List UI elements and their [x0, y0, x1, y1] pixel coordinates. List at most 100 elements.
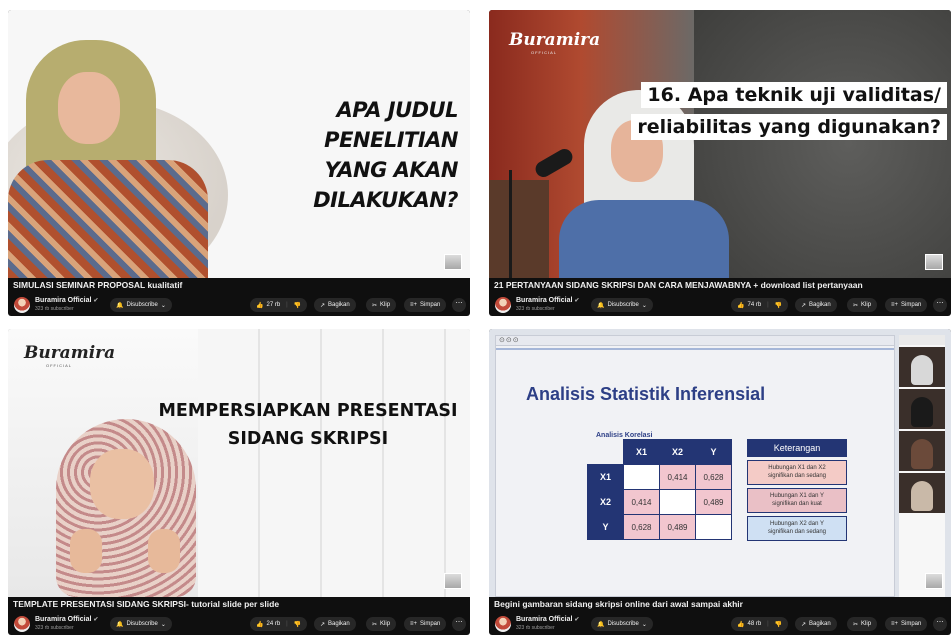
more-icon[interactable]: ⋯: [933, 617, 947, 631]
like-icon: 👍: [256, 621, 264, 628]
avatar[interactable]: [495, 297, 511, 313]
save-label: Simpan: [420, 302, 441, 308]
slide-subtitle: Analisis Korelasi: [596, 432, 653, 439]
save-button[interactable]: ≡+ Simpan: [885, 298, 928, 312]
verified-icon: ✔: [574, 298, 580, 304]
subscriber-count: 323 rb subscriber: [35, 306, 74, 312]
clip-button[interactable]: ✂ Klip: [847, 298, 878, 312]
note-item: Hubungan X1 dan Y signifikan dan kuat: [747, 488, 847, 513]
video-card-4[interactable]: ⊙⊙⊙ Analisis Statistik Inferensial Anali…: [489, 329, 951, 635]
share-icon: ↗: [801, 621, 807, 628]
clip-label: Klip: [861, 621, 872, 627]
video-title[interactable]: TEMPLATE PRESENTASI SIDANG SKRIPSI- tuto…: [8, 597, 470, 611]
subscribe-label: Disubscribe: [126, 621, 158, 627]
channel-watermark-icon: [444, 254, 462, 270]
video-action-bar: Buramira Official ✔ 323 rb subscriber 🔔 D…: [489, 294, 951, 316]
subscribe-button[interactable]: 🔔 Disubscribe ⌄: [110, 617, 172, 631]
clip-label: Klip: [380, 621, 391, 627]
table-row: X1 0,414 0,628: [587, 464, 732, 490]
table-cell: 0,628: [623, 514, 660, 540]
overlay-line-1: APA JUDUL PENELITIAN: [324, 98, 458, 152]
like-count: 74 rb: [747, 302, 762, 308]
participant-figure: [911, 481, 933, 511]
clip-button[interactable]: ✂ Klip: [366, 617, 397, 631]
avatar[interactable]: [14, 297, 30, 313]
subscribe-button[interactable]: 🔔 Disubscribe ⌄: [591, 298, 653, 312]
channel-name: Buramira Official: [35, 616, 92, 623]
table-row-header: X2: [587, 489, 624, 515]
save-button[interactable]: ≡+ Simpan: [404, 298, 447, 312]
participant-video[interactable]: [899, 347, 945, 387]
video-card-3[interactable]: Buramira OFFICIAL MEMPERSIAPKAN PRESENTA…: [8, 329, 470, 635]
note-line: signifikan dan kuat: [772, 501, 822, 507]
save-button[interactable]: ≡+ Simpan: [404, 617, 447, 631]
like-count: 27 rb: [266, 302, 281, 308]
more-icon[interactable]: ⋯: [933, 298, 947, 312]
notes-panel: Keterangan Hubungan X1 dan X2 signifikan …: [747, 439, 847, 541]
channel-name-link[interactable]: Buramira Official ✔: [516, 297, 579, 304]
chevron-down-icon: ⌄: [160, 621, 166, 628]
clip-icon: ✂: [372, 302, 378, 309]
presenter-shirt: [8, 160, 208, 278]
like-dislike-button[interactable]: 👍 27 rb | 👎: [250, 298, 308, 312]
overlay-line-2: YANG AKAN DILAKUKAN?: [313, 158, 458, 212]
microphone: [532, 146, 576, 180]
share-button[interactable]: ↗ Bagikan: [314, 617, 356, 631]
chevron-down-icon: ⌄: [160, 302, 166, 309]
channel-name-link[interactable]: Buramira Official ✔: [516, 616, 579, 623]
note-line: signifikan dan sedang: [767, 529, 827, 535]
video-player-3[interactable]: Buramira OFFICIAL MEMPERSIAPKAN PRESENTA…: [8, 329, 470, 597]
share-label: Bagikan: [809, 621, 831, 627]
presenter-shirt: [559, 200, 729, 278]
like-dislike-button[interactable]: 👍 48 rb | 👎: [731, 617, 789, 631]
subscriber-count: 323 rb subscriber: [516, 306, 555, 312]
bell-icon: 🔔: [116, 302, 124, 309]
save-button[interactable]: ≡+ Simpan: [885, 617, 928, 631]
channel-watermark-icon: [925, 573, 943, 589]
participant-video[interactable]: [899, 473, 945, 513]
clip-button[interactable]: ✂ Klip: [366, 298, 397, 312]
video-card-1[interactable]: APA JUDUL PENELITIAN YANG AKAN DILAKUKAN…: [8, 10, 470, 316]
clip-button[interactable]: ✂ Klip: [847, 617, 878, 631]
more-icon[interactable]: ⋯: [452, 298, 466, 312]
video-player-2[interactable]: Buramira OFFICIAL 16. Apa teknik uji val…: [489, 10, 951, 278]
video-action-bar: Buramira Official ✔ 323 rb subscriber 🔔 D…: [489, 613, 951, 635]
save-icon: ≡+: [891, 302, 899, 308]
channel-name-link[interactable]: Buramira Official ✔: [35, 616, 98, 623]
brand-logo: Buramira: [24, 343, 116, 363]
share-label: Bagikan: [328, 621, 350, 627]
share-button[interactable]: ↗ Bagikan: [314, 298, 356, 312]
clip-icon: ✂: [853, 621, 859, 628]
participant-video[interactable]: [899, 431, 945, 471]
avatar[interactable]: [14, 616, 30, 632]
note-item: Hubungan X2 dan Y signifikan dan sedang: [747, 516, 847, 541]
avatar[interactable]: [495, 616, 511, 632]
video-title[interactable]: 21 PERTANYAAN SIDANG SKRIPSI DAN CARA ME…: [489, 278, 951, 292]
share-icon: ↗: [320, 302, 326, 309]
share-button[interactable]: ↗ Bagikan: [795, 298, 837, 312]
overlay-line-1: 16. Apa teknik uji validitas/: [641, 82, 947, 108]
like-icon: 👍: [737, 302, 745, 309]
note-item: Hubungan X1 dan X2 signifikan dan sedang: [747, 460, 847, 485]
slide-title: Analisis Statistik Inferensial: [526, 384, 766, 404]
subscribe-button[interactable]: 🔔 Disubscribe ⌄: [110, 298, 172, 312]
notes-header: Keterangan: [747, 439, 847, 457]
video-title[interactable]: Begini gambaran sidang skripsi online da…: [489, 597, 951, 611]
video-card-2[interactable]: Buramira OFFICIAL 16. Apa teknik uji val…: [489, 10, 951, 316]
channel-name-link[interactable]: Buramira Official ✔: [35, 297, 98, 304]
subscribe-button[interactable]: 🔔 Disubscribe ⌄: [591, 617, 653, 631]
like-dislike-button[interactable]: 👍 74 rb | 👎: [731, 298, 789, 312]
presenter-face: [90, 449, 154, 519]
video-player-4[interactable]: ⊙⊙⊙ Analisis Statistik Inferensial Anali…: [489, 329, 951, 597]
like-icon: 👍: [256, 302, 264, 309]
note-line: Hubungan X2 dan Y: [770, 521, 824, 527]
video-title[interactable]: SIMULASI SEMINAR PROPOSAL kualitatif: [8, 278, 470, 292]
video-player-1[interactable]: APA JUDUL PENELITIAN YANG AKAN DILAKUKAN…: [8, 10, 470, 278]
participant-video[interactable]: [899, 389, 945, 429]
save-label: Simpan: [420, 621, 441, 627]
like-dislike-button[interactable]: 👍 24 rb | 👎: [250, 617, 308, 631]
video-overlay-text: APA JUDUL PENELITIAN YANG AKAN DILAKUKAN…: [218, 95, 458, 215]
share-button[interactable]: ↗ Bagikan: [795, 617, 837, 631]
more-icon[interactable]: ⋯: [452, 617, 466, 631]
slide-rule: [496, 348, 894, 350]
